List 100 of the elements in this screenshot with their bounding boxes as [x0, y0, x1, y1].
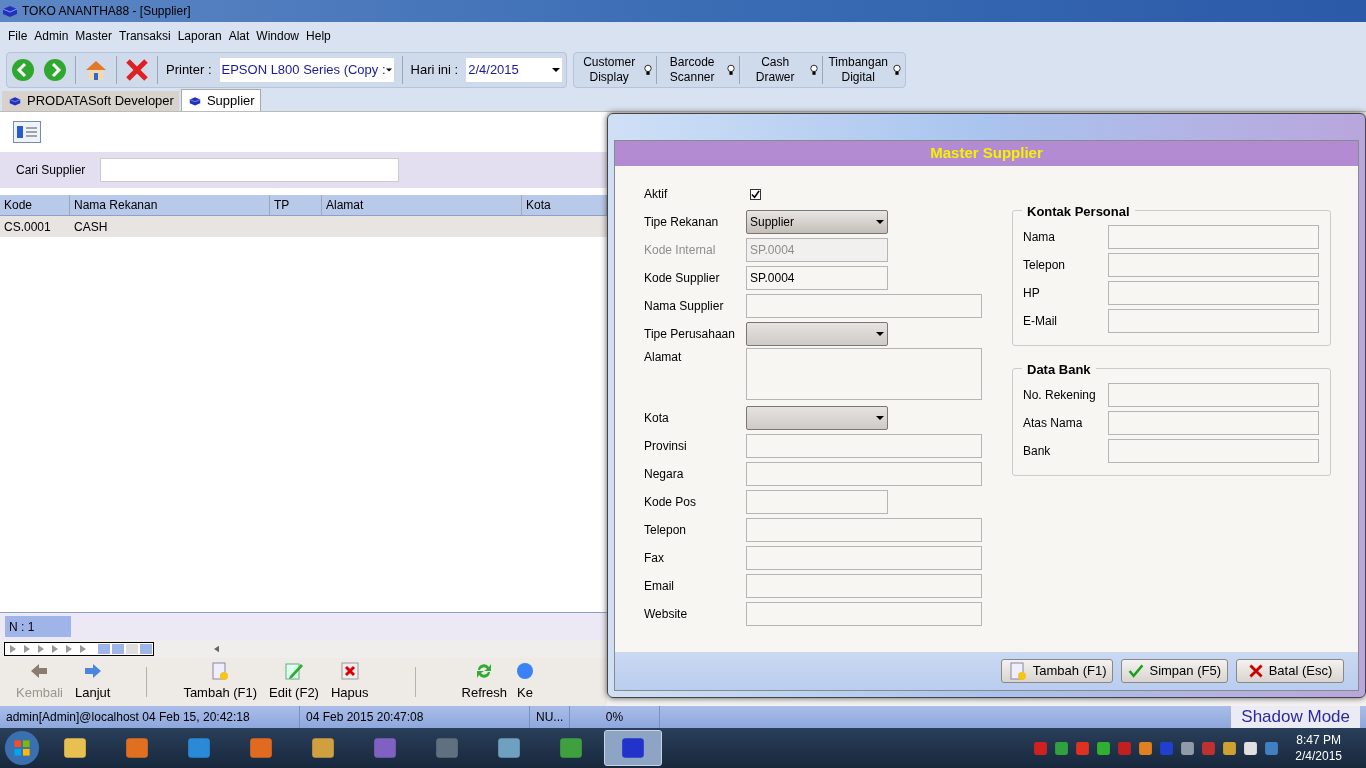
printer-label: Printer : [166, 61, 212, 80]
menu-item[interactable]: Transaksi [119, 27, 171, 45]
start-button-icon[interactable] [2, 729, 42, 767]
toolbar-button[interactable]: Lanjut [68, 661, 117, 703]
toolbar-button[interactable]: Hapus [324, 661, 375, 703]
field-label: Bank [1023, 443, 1052, 460]
column-header[interactable]: Alamat [322, 195, 522, 215]
date-dropdown[interactable]: 2/4/2015 [466, 58, 563, 82]
caret-icon [552, 68, 561, 72]
search-field[interactable] [100, 158, 400, 182]
form-icon[interactable] [13, 121, 41, 143]
field-label: Kode Pos [644, 494, 698, 511]
field-label: Aktif [644, 186, 669, 203]
record-count: N : 1 [5, 616, 71, 637]
toolbar-button[interactable]: Tambah (F1) [177, 661, 264, 703]
menu-item[interactable]: Help [306, 27, 331, 45]
printer-dropdown[interactable]: EPSON L800 Series (Copy : [219, 58, 394, 82]
input-field[interactable] [746, 518, 982, 542]
field-label: Kota [644, 410, 670, 427]
checkbox[interactable] [750, 188, 761, 200]
toolbar-button[interactable]: Edit (F2) [263, 661, 325, 703]
input-field[interactable] [746, 546, 982, 570]
input-field[interactable] [1108, 383, 1319, 407]
dropdown[interactable] [746, 406, 888, 430]
menu-item[interactable]: Admin [34, 27, 69, 45]
input-field[interactable] [1108, 281, 1319, 305]
field-label: Email [644, 578, 675, 595]
tray-icon[interactable] [1096, 740, 1112, 756]
dialog-button[interactable]: Simpan (F5) [1121, 659, 1228, 683]
text-area[interactable] [746, 348, 982, 400]
input-field[interactable] [1108, 411, 1319, 435]
scroll-left-icon[interactable] [214, 645, 219, 653]
dialog-button[interactable]: Batal (Esc) [1236, 659, 1344, 683]
pencil-icon [284, 661, 304, 682]
home-icon[interactable] [84, 58, 108, 82]
device-button[interactable]: Barcode Scanner [656, 56, 740, 84]
dropdown[interactable]: Supplier [746, 210, 888, 234]
input-field[interactable] [1108, 439, 1319, 463]
toolbar-button[interactable]: Ke [513, 661, 538, 703]
light-bulb-icon [644, 64, 653, 76]
column-header[interactable]: TP [270, 195, 322, 215]
tray-icon[interactable] [1180, 740, 1196, 756]
taskbar-app-icon[interactable] [604, 730, 662, 766]
field-label: Negara [644, 466, 685, 483]
device-button[interactable]: Cash Drawer [739, 56, 823, 84]
new-document-icon [210, 661, 231, 682]
input-field[interactable] [746, 294, 982, 318]
field-label: Alamat [644, 349, 683, 366]
input-field[interactable]: SP.0004 [746, 266, 888, 290]
input-field[interactable] [746, 602, 982, 626]
input-field[interactable] [746, 434, 982, 458]
column-header[interactable]: Nama Rekanan [70, 195, 270, 215]
tab[interactable]: PRODATASoft Developer [2, 91, 179, 111]
table-cell-text: CASH [73, 218, 109, 236]
close-icon[interactable] [125, 58, 149, 82]
caret-icon [385, 68, 392, 72]
clock-time: 8:47 PM [1296, 732, 1341, 748]
toolbar-button[interactable]: Refresh [455, 661, 514, 703]
menu-item[interactable]: Master [75, 27, 113, 45]
field-label: Telepon [644, 522, 688, 539]
light-bulb-icon [893, 64, 902, 76]
field-label: Nama Supplier [644, 298, 725, 315]
field-label: Website [644, 606, 689, 623]
input-field[interactable] [746, 574, 982, 598]
dropdown[interactable] [746, 322, 888, 346]
cross-icon [1247, 663, 1264, 679]
tray-icon[interactable] [1138, 740, 1154, 756]
field-label: HP [1023, 285, 1041, 302]
tab[interactable]: Supplier [180, 89, 261, 111]
menu-item[interactable]: Alat [228, 27, 250, 45]
input-field[interactable] [1108, 225, 1319, 249]
tray-icon[interactable] [1222, 740, 1238, 756]
record-navigator-drawing[interactable] [4, 642, 154, 656]
dialog-title: Master Supplier [930, 143, 1043, 164]
input-field[interactable] [1108, 253, 1319, 277]
light-bulb-icon [810, 64, 819, 76]
menu-item[interactable]: Window [256, 27, 300, 45]
window-title: TOKO ANANTHA88 - [Supplier] [22, 3, 191, 20]
forward-icon[interactable] [43, 58, 67, 82]
field-label: Provinsi [644, 438, 688, 455]
field-label: No. Rekening [1023, 387, 1097, 404]
clock-date: 2/4/2015 [1295, 748, 1342, 764]
tray-icon[interactable] [1243, 740, 1259, 756]
device-button[interactable]: Timbangan Digital [822, 56, 906, 84]
new-document-icon [1007, 661, 1028, 681]
caret-icon [876, 220, 884, 224]
input-field[interactable] [746, 490, 888, 514]
delete-icon [339, 661, 360, 682]
input-field[interactable] [1108, 309, 1319, 333]
menu-item[interactable]: File [8, 27, 28, 45]
input-field[interactable] [746, 462, 982, 486]
field-label: Atas Nama [1023, 415, 1084, 432]
device-button[interactable]: Customer Display [574, 56, 657, 84]
caret-icon [876, 332, 884, 336]
column-header[interactable]: Kode [0, 195, 70, 215]
field-label: Tipe Perusahaan [644, 326, 736, 343]
menu-item[interactable]: Laporan [177, 27, 222, 45]
dialog-button[interactable]: Tambah (F1) [1000, 659, 1114, 683]
light-bulb-icon [727, 64, 736, 76]
back-icon[interactable] [11, 58, 35, 82]
